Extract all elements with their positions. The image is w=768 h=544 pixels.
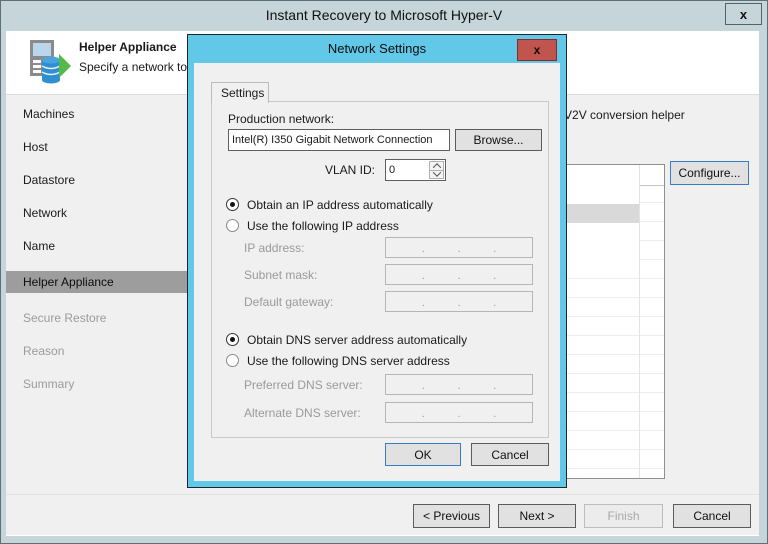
wizard-footer: < Previous Next > Finish Cancel (6, 494, 759, 536)
ip-address-input: ... (385, 237, 533, 258)
dns-manual-radio[interactable] (226, 354, 239, 367)
wizard-cancel-button[interactable]: Cancel (673, 504, 751, 528)
dialog-close-button[interactable]: x (517, 39, 557, 61)
step-title: Helper Appliance (79, 40, 177, 54)
finish-button: Finish (584, 504, 663, 528)
ip-manual-label[interactable]: Use the following IP address (247, 219, 399, 233)
window-close-button[interactable]: x (725, 3, 762, 25)
vlan-id-value: 0 (389, 164, 396, 176)
preferred-dns-input: ... (385, 374, 533, 395)
step-subtitle: Specify a network to (79, 60, 188, 74)
subnet-mask-label: Subnet mask: (244, 268, 318, 282)
sidebar-item-datastore[interactable]: Datastore (6, 169, 188, 191)
sidebar-item-reason: Reason (23, 344, 65, 358)
default-gateway-label: Default gateway: (244, 295, 334, 309)
wizard-window: Instant Recovery to Microsoft Hyper-V x (0, 0, 768, 544)
ip-auto-label[interactable]: Obtain an IP address automatically (247, 198, 433, 212)
production-network-label: Production network: (228, 112, 335, 126)
sidebar-item-summary: Summary (23, 377, 75, 391)
settings-tab-panel: Production network: Intel(R) I350 Gigabi… (211, 101, 549, 438)
window-title: Instant Recovery to Microsoft Hyper-V (265, 7, 503, 23)
ok-button[interactable]: OK (385, 443, 461, 466)
sidebar-item-machines[interactable]: Machines (6, 103, 188, 125)
dialog-cancel-button[interactable]: Cancel (471, 443, 549, 466)
helper-appliance-icon (30, 40, 71, 84)
ip-auto-radio[interactable] (226, 198, 239, 211)
tab-settings[interactable]: Settings (211, 82, 269, 103)
browse-button[interactable]: Browse... (455, 129, 542, 151)
dns-manual-label[interactable]: Use the following DNS server address (247, 354, 450, 368)
next-button[interactable]: Next > (498, 504, 576, 528)
alternate-dns-input: ... (385, 402, 533, 423)
sidebar-item-host[interactable]: Host (6, 136, 188, 158)
table-column-divider (639, 165, 640, 478)
default-gateway-input: ... (385, 291, 533, 312)
dns-auto-radio[interactable] (226, 333, 239, 346)
alternate-dns-label: Alternate DNS server: (244, 406, 361, 420)
dialog-body: Settings Production network: Intel(R) I3… (194, 63, 560, 481)
sidebar-item-secure-restore: Secure Restore (23, 311, 107, 325)
vlan-id-stepper[interactable] (429, 161, 444, 179)
vlan-id-label: VLAN ID: (324, 163, 375, 177)
ip-manual-radio[interactable] (226, 219, 239, 232)
preferred-dns-label: Preferred DNS server: (244, 378, 363, 392)
ip-address-label: IP address: (244, 241, 305, 255)
configure-button[interactable]: Configure... (670, 161, 749, 185)
subnet-mask-input: ... (385, 264, 533, 285)
dialog-title: Network Settings (327, 41, 427, 56)
window-titlebar: Instant Recovery to Microsoft Hyper-V (1, 1, 767, 31)
stepper-down-icon[interactable] (429, 168, 444, 179)
sidebar-item-network[interactable]: Network (6, 202, 188, 224)
previous-button[interactable]: < Previous (413, 504, 490, 528)
network-settings-dialog: Network Settings x Settings Production n… (187, 34, 567, 488)
vlan-id-input[interactable]: 0 (385, 159, 446, 181)
sidebar-item-name[interactable]: Name (6, 235, 188, 257)
dns-auto-label[interactable]: Obtain DNS server address automatically (247, 333, 467, 347)
production-network-input[interactable]: Intel(R) I350 Gigabit Network Connection (228, 129, 450, 151)
sidebar-item-helper-appliance[interactable]: Helper Appliance (6, 271, 188, 293)
